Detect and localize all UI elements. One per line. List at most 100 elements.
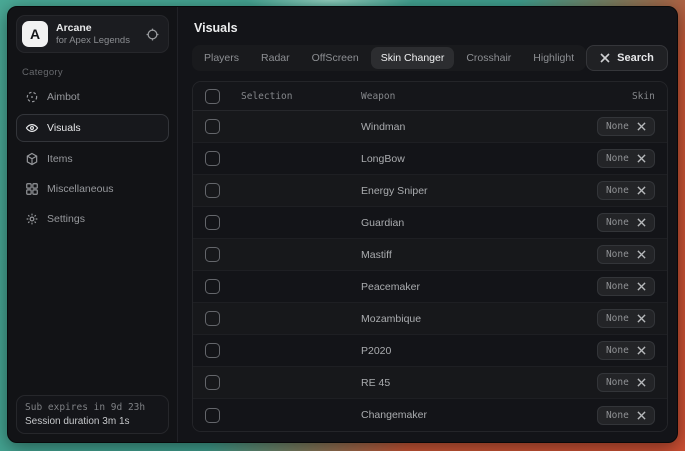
app-window: A Arcane for Apex Legends Category Aimbo… (7, 6, 678, 443)
search-button[interactable]: Search (586, 45, 668, 71)
toolbar: PlayersRadarOffScreenSkin ChangerCrossha… (192, 45, 668, 71)
sidebar-item-miscellaneous[interactable]: Miscellaneous (16, 176, 169, 202)
row-checkbox[interactable] (205, 247, 220, 262)
sub-expires-text: Sub expires in 9d 23h (25, 402, 160, 413)
tab-radar[interactable]: Radar (251, 47, 300, 69)
clear-skin-icon[interactable] (637, 186, 646, 195)
session-duration-text: Session duration 3m 1s (25, 416, 160, 427)
skin-badge[interactable]: None (597, 181, 655, 200)
skin-value: None (606, 345, 629, 356)
clear-skin-icon[interactable] (637, 378, 646, 387)
gear-icon (25, 212, 39, 226)
table-row: Windman None (193, 111, 667, 143)
table-body: Windman None LongBow None Energy Sniper (193, 111, 667, 431)
sidebar-item-settings[interactable]: Settings (16, 206, 169, 232)
sidebar-item-label: Settings (47, 213, 85, 225)
skin-value: None (606, 410, 629, 421)
skin-value: None (606, 313, 629, 324)
skin-value: None (606, 249, 629, 260)
weapon-name: Peacemaker (361, 281, 575, 293)
search-button-label: Search (617, 52, 654, 64)
row-checkbox[interactable] (205, 215, 220, 230)
row-checkbox[interactable] (205, 311, 220, 326)
target-icon[interactable] (145, 27, 160, 42)
main-panel: Visuals PlayersRadarOffScreenSkin Change… (178, 7, 678, 442)
skin-badge[interactable]: None (597, 309, 655, 328)
sidebar-item-label: Miscellaneous (47, 183, 114, 195)
skin-badge[interactable]: None (597, 341, 655, 360)
skin-badge[interactable]: None (597, 213, 655, 232)
sidebar-item-items[interactable]: Items (16, 146, 169, 172)
clear-skin-icon[interactable] (637, 154, 646, 163)
weapon-name: Energy Sniper (361, 185, 575, 197)
tab-players[interactable]: Players (194, 47, 249, 69)
select-all-checkbox[interactable] (205, 89, 220, 104)
clear-skin-icon[interactable] (637, 346, 646, 355)
crosshair-icon (25, 90, 39, 104)
skin-value: None (606, 377, 629, 388)
app-subtitle: for Apex Legends (56, 35, 137, 47)
category-label: Category (22, 67, 169, 78)
skin-badge[interactable]: None (597, 406, 655, 425)
column-header-skin: Skin (575, 91, 655, 102)
table-row: P2020 None (193, 335, 667, 367)
weapon-name: P2020 (361, 345, 575, 357)
tab-skin-changer[interactable]: Skin Changer (371, 47, 455, 69)
skin-badge[interactable]: None (597, 245, 655, 264)
tab-bar: PlayersRadarOffScreenSkin ChangerCrossha… (192, 45, 586, 71)
x-icon (600, 53, 610, 63)
column-header-selection: Selection (241, 91, 361, 102)
skin-badge[interactable]: None (597, 149, 655, 168)
grid-icon (25, 182, 39, 196)
sidebar-item-label: Items (47, 153, 73, 165)
skin-value: None (606, 121, 629, 132)
table-row: Peacemaker None (193, 271, 667, 303)
table-row: Guardian None (193, 207, 667, 239)
app-name: Arcane (56, 22, 137, 35)
skin-badge[interactable]: None (597, 117, 655, 136)
brand-card: A Arcane for Apex Legends (16, 15, 169, 53)
skin-badge[interactable]: None (597, 277, 655, 296)
subscription-info-box: Sub expires in 9d 23h Session duration 3… (16, 395, 169, 434)
sidebar-nav: Aimbot Visuals Items Miscellaneous Setti… (16, 84, 169, 232)
row-checkbox[interactable] (205, 183, 220, 198)
tab-crosshair[interactable]: Crosshair (456, 47, 521, 69)
weapon-name: Mozambique (361, 313, 575, 325)
weapon-name: RE 45 (361, 377, 575, 389)
row-checkbox[interactable] (205, 343, 220, 358)
column-header-weapon: Weapon (361, 91, 575, 102)
row-checkbox[interactable] (205, 408, 220, 423)
sidebar-item-visuals[interactable]: Visuals (16, 114, 169, 142)
clear-skin-icon[interactable] (637, 411, 646, 420)
weapon-name: Changemaker (361, 409, 575, 421)
table-row: Mastiff None (193, 239, 667, 271)
clear-skin-icon[interactable] (637, 218, 646, 227)
weapon-name: Guardian (361, 217, 575, 229)
weapon-name: LongBow (361, 153, 575, 165)
clear-skin-icon[interactable] (637, 282, 646, 291)
sidebar-item-aimbot[interactable]: Aimbot (16, 84, 169, 110)
skin-badge[interactable]: None (597, 373, 655, 392)
clear-skin-icon[interactable] (637, 122, 646, 131)
table-row: Mozambique None (193, 303, 667, 335)
row-checkbox[interactable] (205, 119, 220, 134)
table-row: RE 45 None (193, 367, 667, 399)
clear-skin-icon[interactable] (637, 250, 646, 259)
page-title: Visuals (194, 21, 668, 35)
row-checkbox[interactable] (205, 375, 220, 390)
cube-icon (25, 152, 39, 166)
tab-offscreen[interactable]: OffScreen (302, 47, 369, 69)
app-logo: A (22, 21, 48, 47)
clear-skin-icon[interactable] (637, 314, 646, 323)
weapon-name: Windman (361, 121, 575, 133)
row-checkbox[interactable] (205, 279, 220, 294)
table-header-row: Selection Weapon Skin (193, 82, 667, 111)
table-row: Changemaker None (193, 399, 667, 431)
row-checkbox[interactable] (205, 151, 220, 166)
sidebar-item-label: Aimbot (47, 91, 80, 103)
tab-highlight[interactable]: Highlight (523, 47, 584, 69)
table-row: Energy Sniper None (193, 175, 667, 207)
sidebar: A Arcane for Apex Legends Category Aimbo… (8, 7, 178, 442)
weapon-name: Mastiff (361, 249, 575, 261)
skin-value: None (606, 185, 629, 196)
